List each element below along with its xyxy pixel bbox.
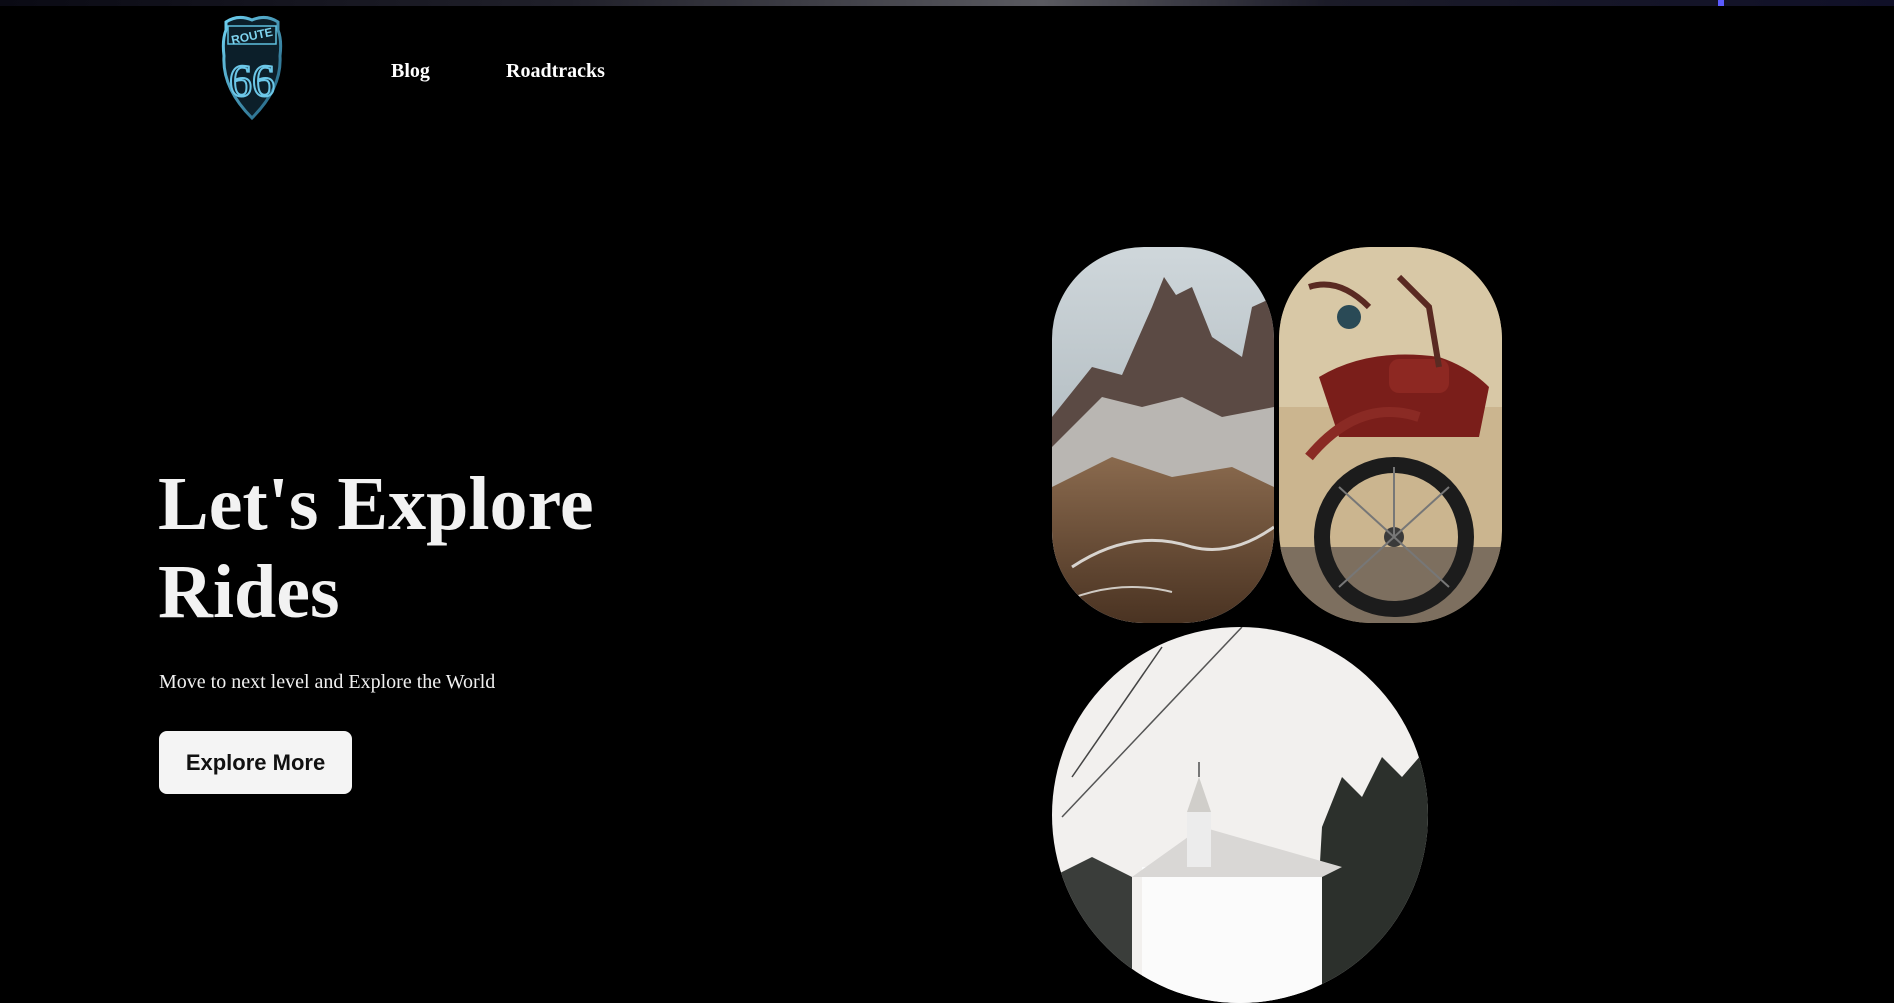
- motorcycle-photo: [1279, 247, 1502, 623]
- hero-title-line-1: Let's Explore: [158, 462, 594, 546]
- mountain-image: [1052, 247, 1274, 623]
- accent-mark: [1718, 0, 1724, 6]
- nav-link-roadtracks[interactable]: Roadtracks: [506, 58, 605, 84]
- motorcycle-image: [1279, 247, 1502, 623]
- nav-link-blog[interactable]: Blog: [391, 58, 430, 84]
- church-image: [1052, 627, 1428, 1003]
- explore-more-button[interactable]: Explore More: [159, 731, 352, 794]
- hero-subtitle: Move to next level and Explore the World: [159, 671, 496, 693]
- hero-title: Let's Explore Rides: [158, 460, 718, 636]
- route-66-shield-icon: ROUTE 66: [221, 15, 283, 121]
- mountain-photo: [1052, 247, 1274, 623]
- church-photo: [1052, 627, 1428, 1003]
- logo-text-number: 66: [229, 55, 275, 106]
- hero-title-line-2: Rides: [158, 550, 340, 634]
- browser-top-strip: [0, 0, 1894, 6]
- route-66-logo[interactable]: ROUTE 66: [216, 10, 288, 122]
